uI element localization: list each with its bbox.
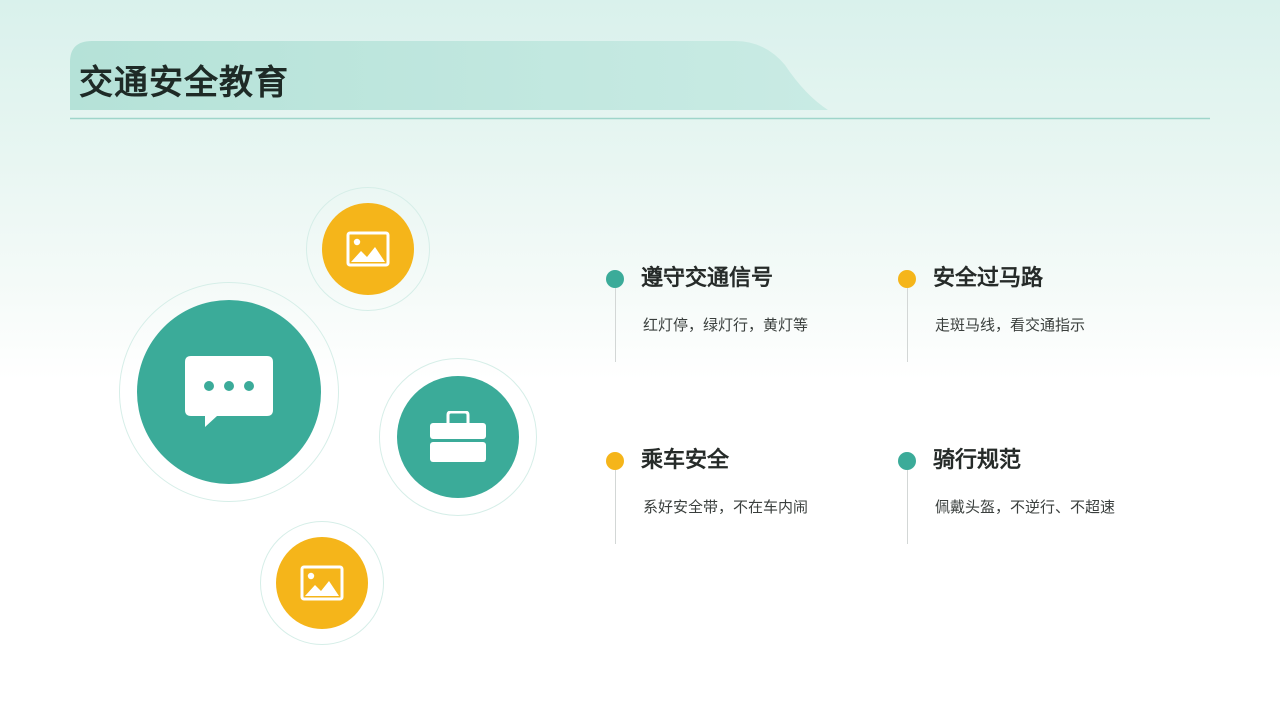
- image-icon: [300, 565, 344, 601]
- item-title: 遵守交通信号: [641, 266, 774, 291]
- bullet-dot: [606, 452, 624, 470]
- page-title: 交通安全教育: [79, 63, 289, 103]
- item-description: 佩戴头盔，不逆行、不超速: [935, 498, 1116, 516]
- divider-line: [614, 470, 616, 544]
- divider-line: [906, 288, 908, 362]
- chat-icon: [185, 356, 273, 427]
- divider-line: [614, 288, 616, 362]
- item-title: 安全过马路: [933, 266, 1044, 291]
- briefcase-icon: [430, 411, 486, 462]
- bullet-dot: [898, 452, 916, 470]
- item-description: 红灯停，绿灯行，黄灯等: [643, 316, 809, 334]
- item-description: 走斑马线，看交通指示: [935, 316, 1086, 334]
- item-description: 系好安全带，不在车内闹: [643, 498, 809, 516]
- divider-line: [906, 470, 908, 544]
- image-icon: [346, 231, 390, 267]
- bullet-dot: [606, 270, 624, 288]
- item-title: 乘车安全: [641, 448, 730, 473]
- icon-circle-right: [379, 358, 537, 516]
- bullet-dot: [898, 270, 916, 288]
- item-title: 骑行规范: [933, 448, 1022, 473]
- icon-circle-bottom: [260, 521, 384, 645]
- icon-circle-top: [306, 187, 430, 311]
- icon-circle-large: [119, 282, 339, 502]
